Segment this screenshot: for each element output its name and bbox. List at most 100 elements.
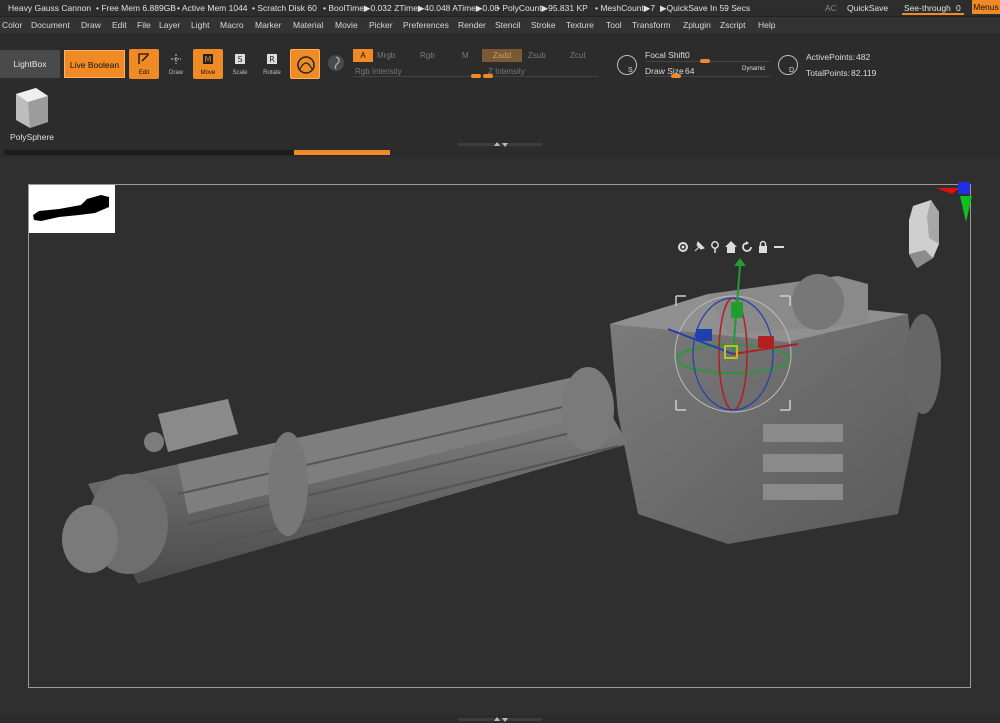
sphere-material-icon xyxy=(297,56,315,74)
menu-document[interactable]: Document xyxy=(31,20,70,30)
see-through-value: 0 xyxy=(956,3,961,13)
active-points-label: ActivePoints: xyxy=(806,52,856,62)
material-button[interactable] xyxy=(290,49,320,79)
svg-text:M: M xyxy=(205,55,212,64)
lightbox-button[interactable]: LightBox xyxy=(0,50,60,78)
z-intensity-slider[interactable] xyxy=(483,76,599,77)
gear-icon[interactable] xyxy=(676,240,690,254)
draw-label: Draw xyxy=(168,70,183,76)
menu-texture[interactable]: Texture xyxy=(566,20,594,30)
menu-light[interactable]: Light xyxy=(191,20,209,30)
menu-stroke[interactable]: Stroke xyxy=(531,20,556,30)
menu-zscript[interactable]: Zscript xyxy=(720,20,746,30)
active-points-value: 482 xyxy=(856,52,871,62)
mesh-count: • MeshCount▶7 xyxy=(595,3,656,13)
rgb-intensity-slider[interactable] xyxy=(353,76,481,77)
menu-color[interactable]: Color xyxy=(2,20,22,30)
channel-zadd[interactable]: Zadd xyxy=(482,49,522,62)
menu-movie[interactable]: Movie xyxy=(335,20,358,30)
pin-icon[interactable] xyxy=(692,240,706,254)
tab-strip-active[interactable] xyxy=(294,150,390,155)
menu-transform[interactable]: Transform xyxy=(632,20,670,30)
timing-info: • BoolTime▶0.032 ZTime▶40.048 ATime▶0.08 xyxy=(323,3,499,13)
see-through-label: See-through xyxy=(904,3,951,13)
menu-file[interactable]: File xyxy=(137,20,151,30)
menu-stencil[interactable]: Stencil xyxy=(495,20,521,30)
polysphere-label: PolySphere xyxy=(10,132,54,142)
channel-mrgb[interactable]: Mrgb xyxy=(377,51,395,60)
total-points-value: 82.119 xyxy=(851,68,877,78)
menu-preferences[interactable]: Preferences xyxy=(403,20,449,30)
live-boolean-button[interactable]: Live Boolean xyxy=(64,50,125,78)
edit-button[interactable]: Edit xyxy=(129,49,159,79)
edit-label: Edit xyxy=(138,70,150,76)
edit-icon xyxy=(138,53,149,64)
axis-cube-icon[interactable] xyxy=(934,182,974,224)
channel-rgb[interactable]: Rgb xyxy=(420,51,435,60)
reset-icon[interactable] xyxy=(740,240,754,254)
minus-icon[interactable] xyxy=(772,240,786,254)
menu-picker[interactable]: Picker xyxy=(369,20,393,30)
menu-marker[interactable]: Marker xyxy=(255,20,281,30)
menu-tool[interactable]: Tool xyxy=(606,20,622,30)
scale-label: Scale xyxy=(232,70,248,76)
menu-layer[interactable]: Layer xyxy=(159,20,180,30)
menu-edit[interactable]: Edit xyxy=(112,20,127,30)
rotate-button[interactable]: R Rotate xyxy=(257,49,287,79)
active-mem: • Active Mem 1044 xyxy=(177,3,248,13)
menu-zplugin[interactable]: Zplugin xyxy=(683,20,711,30)
ac-toggle[interactable]: AC xyxy=(825,3,837,13)
document-title: Heavy Gauss Cannon xyxy=(8,3,92,13)
rotate-icon: R xyxy=(267,54,277,64)
quicksave-button[interactable]: QuickSave xyxy=(847,3,888,13)
draw-size-value: 64 xyxy=(685,66,695,76)
title-bar: Heavy Gauss Cannon • Free Mem 6.889GB • … xyxy=(0,0,1000,15)
rotate-label: Rotate xyxy=(263,70,281,76)
rgb-intensity-label: Rgb Intensity xyxy=(355,67,402,76)
draw-icon xyxy=(171,54,181,64)
home-icon[interactable] xyxy=(724,240,738,254)
see-through-slider[interactable]: See-through 0 xyxy=(902,1,964,15)
channel-zcut[interactable]: Zcut xyxy=(570,51,586,60)
move-label: Move xyxy=(200,70,216,76)
menu-material[interactable]: Material xyxy=(293,20,323,30)
scratch-disk: • Scratch Disk 60 xyxy=(252,3,317,13)
scale-icon: S xyxy=(235,54,245,64)
quicksave-timer: ▶QuickSave In 59 Secs xyxy=(660,3,751,13)
rgb-intensity-knob[interactable] xyxy=(471,74,481,78)
menu-help[interactable]: Help xyxy=(758,20,775,30)
lock-icon[interactable] xyxy=(756,240,770,254)
draw-size-slider[interactable] xyxy=(645,76,770,77)
channel-a-button[interactable]: A xyxy=(353,49,373,62)
move-icon: M xyxy=(203,54,213,64)
z-intensity-label: Z Intensity xyxy=(488,67,525,76)
move-button[interactable]: M Move xyxy=(193,49,223,79)
tab-strip-inactive[interactable] xyxy=(4,150,294,155)
z-intensity-knob[interactable] xyxy=(483,74,493,78)
poly-count: • PolyCount▶95.831 KP xyxy=(497,3,588,13)
menus-button[interactable]: Menus xyxy=(972,0,1000,14)
channel-m[interactable]: M xyxy=(462,51,469,60)
menu-draw[interactable]: Draw xyxy=(81,20,101,30)
channel-zsub[interactable]: Zsub xyxy=(528,51,546,60)
draw-size-knob[interactable] xyxy=(671,74,681,78)
focal-shift-knob[interactable] xyxy=(700,59,710,63)
total-points-label: TotalPoints: xyxy=(806,68,850,78)
shelf-collapse-handle[interactable] xyxy=(458,141,542,148)
dynamic-toggle[interactable]: Dynamic xyxy=(742,66,765,72)
svg-text:S: S xyxy=(237,55,242,64)
menu-macro[interactable]: Macro xyxy=(220,20,244,30)
spiral-icon[interactable] xyxy=(326,53,346,73)
menu-render[interactable]: Render xyxy=(458,20,486,30)
bottom-collapse-handle[interactable] xyxy=(458,716,542,723)
draw-button[interactable]: Draw xyxy=(161,49,191,79)
gauss-cannon-model[interactable] xyxy=(28,184,971,688)
lazy-mouse-s-icon[interactable] xyxy=(617,55,637,75)
location-icon[interactable] xyxy=(708,240,722,254)
lazy-mouse-d-icon[interactable] xyxy=(778,55,798,75)
svg-text:R: R xyxy=(269,55,275,64)
scale-button[interactable]: S Scale xyxy=(225,49,255,79)
free-mem: • Free Mem 6.889GB xyxy=(96,3,176,13)
gizmo-toolbar xyxy=(676,240,792,254)
polysphere-thumbnail[interactable] xyxy=(8,84,54,130)
